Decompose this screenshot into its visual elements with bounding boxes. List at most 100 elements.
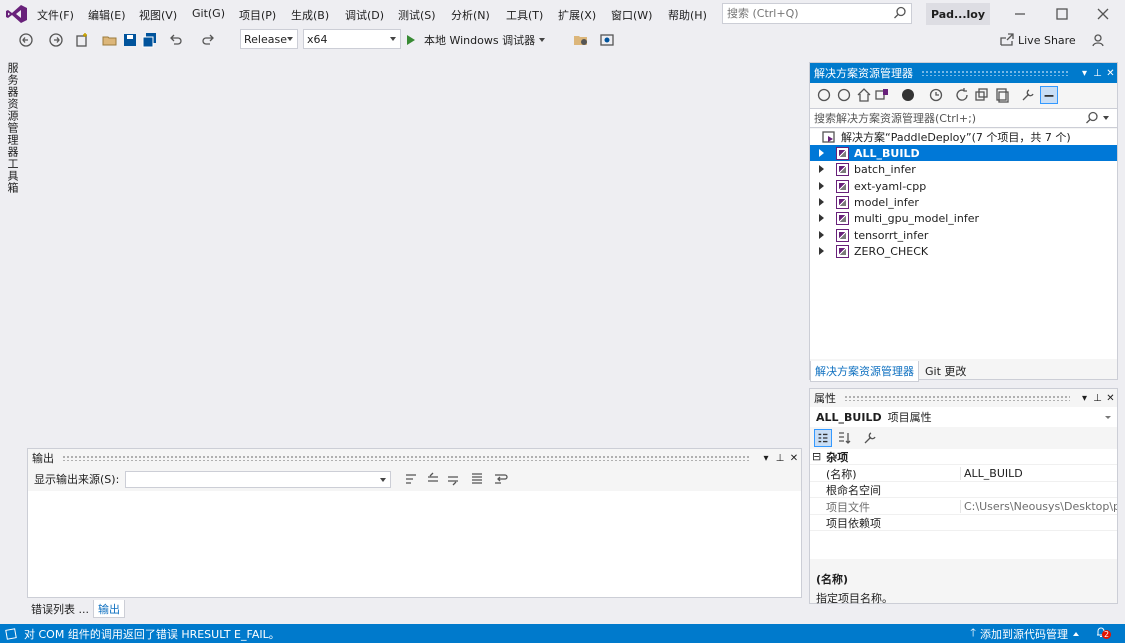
close-icon[interactable] bbox=[1093, 4, 1113, 24]
tree-item-ext-yaml-cpp[interactable]: ext-yaml-cpp bbox=[810, 178, 1117, 194]
home-icon[interactable] bbox=[856, 87, 872, 103]
expand-arrow-icon[interactable] bbox=[819, 247, 824, 255]
folder-view-icon[interactable] bbox=[573, 32, 589, 48]
properties-wrench-icon[interactable] bbox=[1020, 87, 1036, 103]
dropdown-icon[interactable]: ▾ bbox=[759, 453, 773, 464]
menu-build[interactable]: 生成(B) bbox=[291, 7, 329, 23]
toolbox-tab[interactable]: 工具箱 bbox=[4, 158, 20, 194]
preview-selected-icon[interactable] bbox=[1040, 86, 1058, 104]
property-row-root-namespace[interactable]: 根命名空间 bbox=[810, 482, 1117, 498]
previous-message-icon[interactable] bbox=[425, 471, 441, 487]
menu-debug[interactable]: 调试(D) bbox=[345, 7, 384, 23]
output-text-area[interactable] bbox=[28, 491, 801, 597]
switch-views-icon[interactable] bbox=[874, 87, 890, 103]
redo-icon[interactable] bbox=[200, 32, 216, 48]
menu-window[interactable]: 窗口(W) bbox=[611, 7, 652, 23]
tab-output[interactable]: 输出 bbox=[93, 600, 125, 618]
history-icon[interactable] bbox=[928, 87, 944, 103]
property-category[interactable]: ⊟ 杂项 bbox=[810, 449, 1117, 465]
tab-error-list[interactable]: 错误列表 ... bbox=[27, 600, 93, 618]
categorized-icon[interactable] bbox=[814, 429, 832, 447]
properties-object-selector[interactable]: ALL_BUILD 项目属性 bbox=[810, 407, 1117, 427]
tree-item-tensorrt-infer[interactable]: tensorrt_infer bbox=[810, 227, 1117, 243]
show-all-files-icon[interactable] bbox=[994, 87, 1010, 103]
solution-explorer-search[interactable]: 搜索解决方案资源管理器(Ctrl+;) bbox=[810, 108, 1117, 128]
open-folder-icon[interactable] bbox=[102, 32, 118, 48]
tree-item-batch-infer[interactable]: batch_infer bbox=[810, 161, 1117, 177]
pin-icon[interactable]: ⊥ bbox=[1091, 393, 1104, 404]
notifications-bell-icon[interactable]: 2 bbox=[1095, 626, 1112, 641]
panel-grip[interactable] bbox=[844, 395, 1070, 401]
minimize-icon[interactable] bbox=[1010, 4, 1030, 24]
tab-git-changes[interactable]: Git 更改 bbox=[919, 361, 972, 381]
undo-icon[interactable] bbox=[168, 32, 184, 48]
browser-link-icon[interactable] bbox=[599, 32, 615, 48]
menu-edit[interactable]: 编辑(E) bbox=[88, 7, 126, 23]
live-share-icon[interactable] bbox=[999, 32, 1015, 48]
configuration-combo[interactable]: Release bbox=[240, 29, 298, 49]
expand-arrow-icon[interactable] bbox=[819, 231, 824, 239]
pin-icon[interactable]: ⊥ bbox=[1091, 68, 1104, 79]
menu-help[interactable]: 帮助(H) bbox=[668, 7, 707, 23]
menu-view[interactable]: 视图(V) bbox=[139, 7, 177, 23]
global-search-box[interactable] bbox=[722, 3, 912, 24]
property-row-name[interactable]: (名称) ALL_BUILD bbox=[810, 466, 1117, 482]
platform-combo[interactable]: x64 bbox=[303, 29, 401, 49]
alphabetical-icon[interactable] bbox=[836, 430, 852, 446]
property-row-dependencies[interactable]: 项目依赖项 bbox=[810, 515, 1117, 531]
feedback-icon[interactable] bbox=[1090, 32, 1106, 48]
tree-item-multi-gpu-model-infer[interactable]: multi_gpu_model_infer bbox=[810, 210, 1117, 226]
dropdown-icon[interactable]: ▾ bbox=[1078, 68, 1091, 79]
server-explorer-tab[interactable]: 服务器资源管理器 bbox=[4, 62, 20, 158]
back-icon[interactable] bbox=[18, 32, 34, 48]
forward-icon[interactable] bbox=[836, 87, 852, 103]
new-project-icon[interactable] bbox=[74, 32, 90, 48]
solution-node[interactable]: 解决方案“PaddleDeploy”(7 个项目，共 7 个) bbox=[810, 129, 1117, 145]
close-icon[interactable]: ✕ bbox=[1104, 393, 1117, 404]
search-icon[interactable] bbox=[893, 6, 907, 20]
menu-tools[interactable]: 工具(T) bbox=[506, 7, 543, 23]
pin-icon[interactable]: ⊥ bbox=[773, 453, 787, 464]
menu-analyze[interactable]: 分析(N) bbox=[451, 7, 490, 23]
menu-git[interactable]: Git(G) bbox=[192, 7, 225, 20]
menu-test[interactable]: 测试(S) bbox=[398, 7, 436, 23]
tree-item-model-infer[interactable]: model_infer bbox=[810, 194, 1117, 210]
start-debugging-button[interactable]: 本地 Windows 调试器 bbox=[406, 30, 546, 50]
property-row-project-file[interactable]: 项目文件 C:\Users\Neousys\Desktop\pr\ bbox=[810, 499, 1117, 515]
expand-arrow-icon[interactable] bbox=[819, 214, 824, 222]
menu-project[interactable]: 项目(P) bbox=[239, 7, 276, 23]
word-wrap-icon[interactable] bbox=[493, 471, 509, 487]
find-message-icon[interactable] bbox=[403, 471, 419, 487]
visual-studio-logo-icon[interactable] bbox=[6, 4, 28, 24]
next-message-icon[interactable] bbox=[445, 471, 461, 487]
tree-item-all-build[interactable]: ALL_BUILD bbox=[810, 145, 1117, 161]
maximize-icon[interactable] bbox=[1052, 4, 1072, 24]
property-pages-wrench-icon[interactable] bbox=[862, 430, 878, 446]
collapse-icon[interactable]: ⊟ bbox=[810, 450, 821, 463]
close-icon[interactable]: ✕ bbox=[787, 453, 801, 464]
panel-grip[interactable] bbox=[62, 455, 751, 461]
chevron-up-icon[interactable] bbox=[1073, 631, 1079, 636]
chevron-down-icon[interactable] bbox=[539, 38, 546, 42]
clear-all-icon[interactable] bbox=[469, 471, 485, 487]
save-all-icon[interactable] bbox=[142, 32, 158, 48]
expand-arrow-icon[interactable] bbox=[819, 165, 824, 173]
dropdown-icon[interactable]: ▾ bbox=[1078, 393, 1091, 404]
back-icon[interactable] bbox=[816, 87, 832, 103]
expand-arrow-icon[interactable] bbox=[819, 149, 824, 157]
tree-item-zero-check[interactable]: ZERO_CHECK bbox=[810, 243, 1117, 259]
close-icon[interactable]: ✕ bbox=[1104, 68, 1117, 79]
output-source-combo[interactable] bbox=[125, 470, 392, 488]
save-icon[interactable] bbox=[122, 32, 138, 48]
live-share-button[interactable]: Live Share bbox=[1018, 34, 1076, 47]
collapse-all-icon[interactable] bbox=[974, 87, 990, 103]
chevron-down-icon[interactable] bbox=[1103, 116, 1109, 120]
expand-arrow-icon[interactable] bbox=[819, 182, 824, 190]
add-to-source-control-button[interactable]: 添加到源代码管理 bbox=[980, 626, 1068, 642]
pending-changes-icon[interactable] bbox=[900, 87, 916, 103]
forward-icon[interactable] bbox=[48, 32, 64, 48]
menu-extensions[interactable]: 扩展(X) bbox=[558, 7, 596, 23]
search-icon[interactable] bbox=[1085, 111, 1099, 125]
global-search-input[interactable] bbox=[723, 4, 883, 23]
expand-arrow-icon[interactable] bbox=[819, 198, 824, 206]
